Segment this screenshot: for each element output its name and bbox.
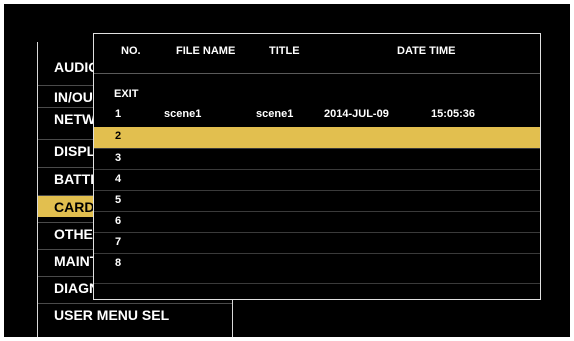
row-no: 3	[115, 152, 122, 164]
row-title: scene1	[256, 108, 294, 120]
row-8[interactable]: 8	[94, 253, 540, 274]
row-date: 2014-JUL-09	[324, 108, 389, 120]
row-no: 7	[115, 236, 122, 248]
row-7[interactable]: 7	[94, 232, 540, 253]
header-divider	[94, 73, 540, 74]
row-no: 2	[115, 130, 122, 142]
column-header-no: NO.	[121, 45, 141, 57]
row-4[interactable]: 4	[94, 169, 540, 190]
row-exit[interactable]: EXIT	[94, 85, 540, 106]
row-file-name: scene1	[164, 108, 202, 120]
scene-file-dialog: NO. FILE NAME TITLE DATE TIME EXIT 1 sce…	[93, 33, 541, 300]
row-5[interactable]: 5	[94, 190, 540, 211]
row-6[interactable]: 6	[94, 211, 540, 232]
row-no: 8	[115, 257, 122, 269]
column-header-file-name: FILE NAME	[176, 45, 236, 57]
row-3[interactable]: 3	[94, 148, 540, 169]
row-2-selected[interactable]: 2	[94, 127, 540, 148]
row-no: EXIT	[114, 88, 139, 100]
bottom-divider	[94, 283, 540, 284]
row-no: 1	[115, 108, 122, 120]
column-header-date-time: DATE TIME	[397, 45, 456, 57]
row-1[interactable]: 1 scene1 scene1 2014-JUL-09 15:05:36	[94, 105, 540, 126]
row-no: 6	[115, 215, 122, 227]
viewfinder-screen: AUDIO IN/OUT NETWORK DISPLAY BATTERY CAR…	[4, 4, 570, 337]
column-header-title: TITLE	[269, 45, 300, 57]
row-time: 15:05:36	[431, 108, 476, 120]
menu-item-user-menu-sel[interactable]: USER MENU SEL	[38, 303, 232, 325]
row-no: 4	[115, 173, 122, 185]
row-no: 5	[115, 194, 122, 206]
